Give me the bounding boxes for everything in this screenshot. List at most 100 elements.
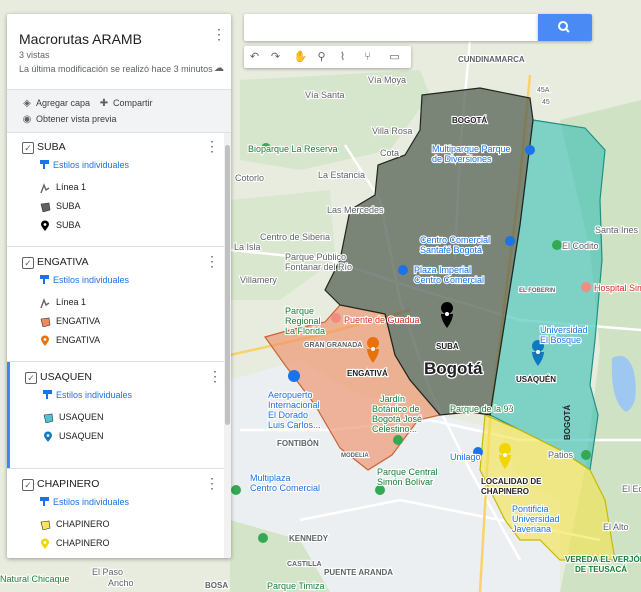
layer-options-icon[interactable]: ⋮ [205, 254, 219, 268]
draw-line-icon[interactable]: ⌇ [332, 46, 353, 68]
search-box[interactable] [244, 14, 538, 41]
style-link[interactable]: Estilos individuales [53, 275, 129, 285]
scrollbar-thumb[interactable] [225, 145, 230, 425]
feature-label: SUBA [56, 220, 81, 230]
feature-label: ENGATIVA [56, 316, 101, 326]
style-link[interactable]: Estilos individuales [56, 390, 132, 400]
layer-suba[interactable]: ✓ SUBA ⋮ Estilos individuales Línea 1 SUBA SUB… [7, 132, 224, 247]
map-label-ver2: DE TEUSACÁ [575, 565, 627, 574]
map-label-pr1: Parque [285, 306, 314, 316]
map-label-r45: 45A [537, 87, 550, 94]
polygon-icon [40, 202, 51, 213]
map-label-pa: PUENTE ARANDA [324, 568, 393, 577]
search-button[interactable] [538, 14, 592, 41]
panel-scrollbar[interactable] [224, 133, 231, 558]
map-label-fob: EL FOBERIN [519, 288, 555, 294]
map-label-vil: Villamery [240, 275, 277, 285]
directions-icon[interactable]: ⑂ [357, 46, 378, 68]
layer-visibility-checkbox[interactable]: ✓ [22, 479, 34, 491]
map-label-hs: Hospital Simon [594, 283, 641, 293]
layer-feature-item[interactable]: USAQUEN [42, 431, 104, 443]
add-marker-icon[interactable]: ⚲ [311, 46, 332, 68]
layer-feature-item[interactable]: USAQUEN [42, 412, 104, 424]
map-label-ken: KENNEDY [289, 534, 329, 543]
map-label-lm: Las Mercedes [327, 205, 384, 215]
layer-visibility-checkbox[interactable]: ✓ [22, 142, 34, 154]
map-label-pt: Parque Timiza [267, 581, 325, 591]
map-label-pat: Patios [548, 450, 574, 460]
map-label-pi1: Plaza Imperial [414, 265, 471, 275]
map-title[interactable]: Macrorutas ARAMB [19, 31, 142, 47]
layer-options-icon[interactable]: ⋮ [208, 369, 222, 383]
map-label-vs: Vía Santa [305, 90, 345, 100]
layer-feature-item[interactable]: ENGATIVA [39, 335, 101, 347]
layer-options-icon[interactable]: ⋮ [205, 139, 219, 153]
layer-visibility-checkbox[interactable]: ✓ [25, 372, 37, 384]
map-label-pr2: Regional [285, 316, 321, 326]
polygon-icon [40, 317, 51, 328]
feature-label: USAQUEN [59, 412, 104, 422]
map-toolbar: ↶ ↷ ✋ ⚲ ⌇ ⑂ ▭ [244, 46, 411, 68]
layer-name[interactable]: SUBA [37, 141, 66, 153]
map-label-ver1: VEREDA EL VERJÓN [565, 555, 641, 564]
map-label-cota: Cota [380, 148, 399, 158]
map-label-elp: El Paso [92, 567, 123, 577]
map-label-bp: Bioparque La Reserva [248, 144, 338, 154]
hand-icon[interactable]: ✋ [290, 46, 311, 68]
layer-feature-item[interactable]: ENGATIVA [39, 316, 101, 328]
map-label-jb4: Celestino... [372, 424, 417, 434]
map-label-ae1: Aeropuerto [268, 390, 313, 400]
feature-label: CHAPINERO [56, 519, 110, 529]
eye-icon: ◉ [22, 114, 32, 125]
line-icon [40, 298, 50, 309]
preview-button[interactable]: ◉ Obtener vista previa [21, 114, 117, 125]
layer-options-icon[interactable]: ⋮ [205, 476, 219, 490]
undo-icon[interactable]: ↶ [244, 46, 265, 68]
layer-feature-item[interactable]: SUBA [39, 201, 81, 213]
feature-label: ENGATIVA [56, 335, 101, 345]
map-label-pon3: Javeriana [512, 524, 551, 534]
layer-engativa[interactable]: ✓ ENGATIVA ⋮ Estilos individuales Línea 1 ENG… [7, 247, 224, 362]
feature-label: CHAPINERO [56, 538, 110, 548]
map-label-cas: CASTILLA [287, 561, 322, 568]
map-label-vr: Villa Rosa [372, 126, 412, 136]
layer-usaquen[interactable]: ✓ USAQUEN ⋮ Estilos individuales USAQUEN USAQ… [7, 362, 227, 469]
map-label-pon2: Universidad [512, 514, 560, 524]
paint-roller-icon [40, 497, 49, 506]
style-link[interactable]: Estilos individuales [53, 497, 129, 507]
layer-name[interactable]: CHAPINERO [37, 478, 99, 490]
map-label-pcs2: Simón Bolívar [377, 477, 433, 487]
style-link[interactable]: Estilos individuales [53, 160, 129, 170]
layer-name[interactable]: ENGATIVA [37, 256, 89, 268]
map-label-fon: FONTIBÓN [277, 439, 319, 448]
map-label-eng: ENGATIVÁ [347, 369, 388, 378]
measure-icon[interactable]: ▭ [384, 46, 405, 68]
redo-icon[interactable]: ↷ [265, 46, 286, 68]
map-label-anc: Ancho [108, 578, 134, 588]
layer-name[interactable]: USAQUEN [40, 371, 92, 383]
add-layer-button[interactable]: ◈ Agregar capa [21, 98, 90, 109]
preview-label: Obtener vista previa [36, 114, 117, 124]
paint-roller-icon [40, 160, 49, 169]
share-button[interactable]: ✚ Compartir [98, 98, 153, 109]
layer-visibility-checkbox[interactable]: ✓ [22, 257, 34, 269]
pin-icon [44, 431, 52, 443]
map-label-mu2: Centro Comercial [250, 483, 320, 493]
map-label-vm: Vía Moya [368, 75, 406, 85]
layer-feature-item[interactable]: Línea 1 [39, 297, 86, 309]
layer-chapinero[interactable]: ✓ CHAPINERO ⋮ Estilos individuales CHAPINERO… [7, 469, 224, 558]
feature-label: Línea 1 [56, 182, 87, 192]
layer-feature-item[interactable]: Línea 1 [39, 182, 87, 194]
more-options-icon[interactable]: ⋮ [212, 27, 226, 41]
search-icon [558, 21, 570, 33]
cloud-saved-icon: ☁ [214, 63, 224, 74]
map-label-cot: Cotorlo [235, 173, 264, 183]
layer-feature-item[interactable]: CHAPINERO [39, 538, 110, 550]
layer-feature-item[interactable]: SUBA [39, 220, 81, 232]
pin-icon [41, 335, 49, 347]
map-label-ldc2: CHAPINERO [481, 487, 529, 496]
map-label-bogn: BOGOTÁ [452, 116, 487, 125]
search-input[interactable] [250, 14, 534, 41]
map-label-gg: GRAN GRANADA [304, 342, 362, 349]
layer-feature-item[interactable]: CHAPINERO [39, 519, 110, 531]
